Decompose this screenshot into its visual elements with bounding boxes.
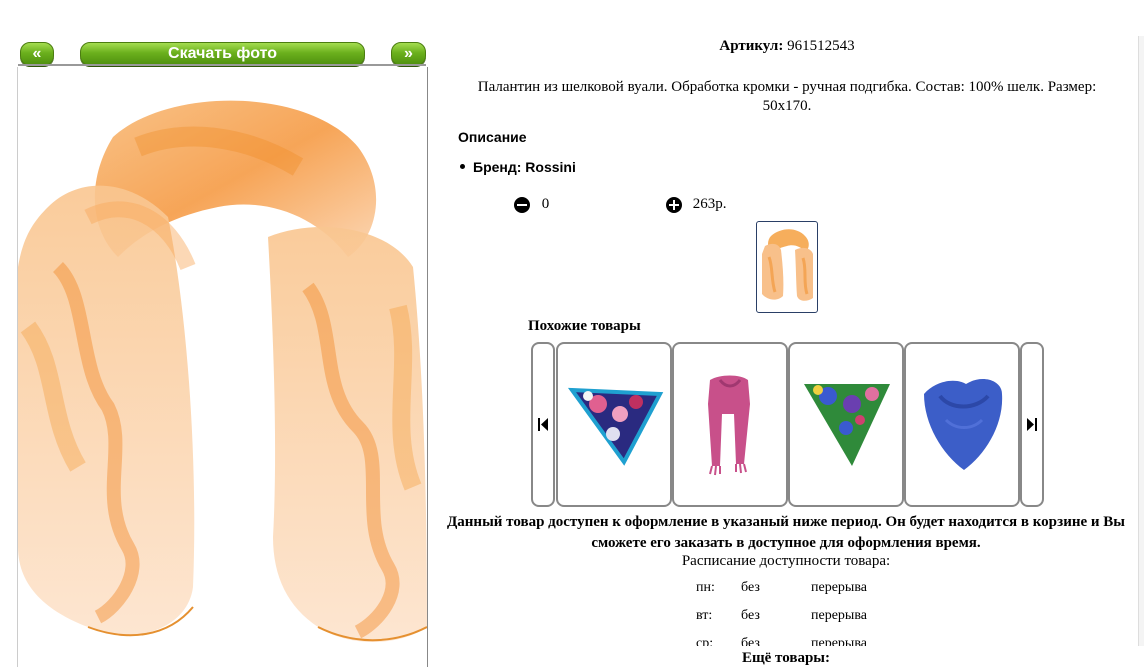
product-description: Палантин из шелковой вуали. Обработка кр… — [477, 79, 1097, 114]
skip-forward-icon — [1027, 418, 1037, 431]
more-products-heading: Ещё товары: — [741, 650, 831, 666]
button-bar-divider — [18, 64, 426, 66]
schedule-word: без — [741, 608, 760, 623]
availability-schedule: пн: без перерыва вт: без перерыва ср: бе… — [696, 580, 896, 646]
scarf-pink-image — [708, 375, 750, 476]
schedule-break: перерыва — [811, 608, 867, 623]
similar-products-heading: Похожие товары — [528, 318, 641, 334]
article-line: Артикул: 961512543 — [430, 38, 1144, 55]
schedule-row: ср: без перерыва — [696, 636, 896, 646]
price-value: 263р. — [692, 196, 727, 212]
schedule-day: ср: — [696, 636, 714, 646]
scarf-blue-image — [924, 379, 1003, 470]
minus-circle-icon[interactable] — [514, 196, 530, 213]
vertical-scrollbar[interactable] — [1138, 36, 1144, 646]
download-photo-button[interactable]: Скачать фото — [80, 42, 365, 66]
product-thumbnail[interactable] — [756, 221, 818, 313]
schedule-break: перерыва — [811, 580, 867, 595]
schedule-row: вт: без перерыва — [696, 608, 896, 636]
brand-label: Бренд: Rossini — [473, 159, 576, 175]
article-label: Артикул: — [719, 38, 784, 54]
schedule-day: пн: — [696, 580, 715, 595]
schedule-break: перерыва — [811, 636, 867, 646]
schedule-title: Расписание доступности товара: — [681, 553, 891, 569]
scarf-navy-image — [567, 387, 664, 466]
brand-item: Бренд: Rossini — [460, 159, 576, 175]
description-heading: Описание — [458, 129, 527, 145]
schedule-day: вт: — [696, 608, 713, 623]
schedule-row: пн: без перерыва — [696, 580, 896, 608]
quantity-value: 0 — [541, 196, 550, 212]
article-value: 961512543 — [787, 38, 855, 54]
scarf-green-floral-image — [804, 384, 890, 466]
schedule-word: без — [741, 636, 760, 646]
plus-circle-icon[interactable] — [666, 196, 682, 213]
prev-photo-button[interactable]: « — [20, 42, 54, 66]
skip-back-icon — [538, 418, 548, 431]
main-product-image — [17, 67, 428, 667]
similar-item-3[interactable] — [788, 342, 904, 507]
availability-notice: Данный товар доступен к оформление в ука… — [446, 514, 1126, 551]
price-control: 263р. — [666, 196, 727, 213]
similar-item-4[interactable] — [904, 342, 1020, 507]
schedule-word: без — [741, 580, 760, 595]
quantity-control: 0 — [514, 196, 549, 213]
next-photo-button[interactable]: » — [391, 42, 426, 66]
bullet-icon — [460, 163, 465, 169]
similar-item-1[interactable] — [556, 342, 672, 507]
carousel-prev-button[interactable] — [531, 342, 555, 507]
similar-item-2[interactable] — [672, 342, 788, 507]
carousel-next-button[interactable] — [1020, 342, 1044, 507]
